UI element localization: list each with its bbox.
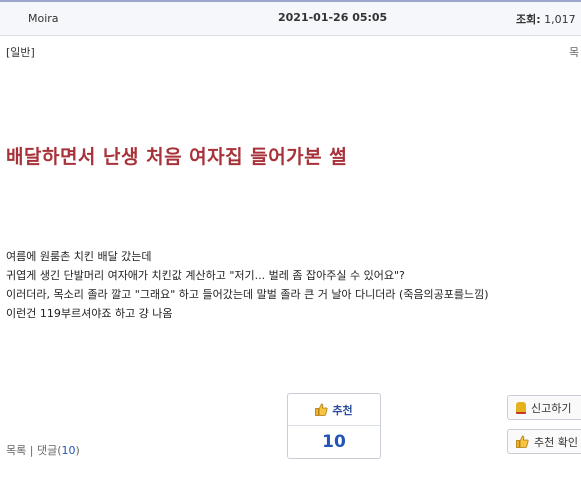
comments-link[interactable]: 댓글(10) — [37, 444, 80, 457]
comments-close: ) — [75, 444, 80, 457]
check-recommend-label: 추천 확인 — [534, 435, 578, 449]
body-line: 이러더라, 목소리 졸라 깔고 "그래요" 하고 들어갔는데 말벌 졸라 큰 거… — [6, 288, 489, 301]
views-value: 1,017 — [544, 13, 576, 26]
report-button[interactable]: 신고하기 — [507, 395, 581, 420]
siren-icon — [516, 401, 526, 414]
body-line: 이런건 119부르셔야죠 하고 걍 나옴 — [6, 307, 173, 320]
comments-label: 댓글( — [36, 444, 62, 457]
body-line: 귀엽게 생긴 단발머리 여자애가 치킨값 계산하고 "저기... 벌레 좀 잡아… — [6, 269, 405, 282]
body-line: 여름에 원룸촌 치킨 배달 갔는데 — [6, 250, 152, 263]
check-recommend-button[interactable]: 추천 확인 — [507, 429, 581, 454]
views-label: 조회: — [516, 13, 541, 26]
post-header: Moira 2021-01-26 05:05 조회: 1,017 — [0, 0, 581, 36]
comments-count: 10 — [61, 444, 76, 457]
recommend-header: 추천 — [288, 394, 380, 426]
recommend-button[interactable]: 추천 10 — [287, 393, 381, 459]
post-category: [일반] — [6, 46, 35, 59]
post-body: 여름에 원룸촌 치킨 배달 갔는데 귀엽게 생긴 단발머리 여자애가 치킨값 계… — [6, 247, 489, 323]
footer-separator: | — [29, 444, 34, 457]
post-date: 2021-01-26 05:05 — [278, 11, 388, 24]
post-footer: 목록 | 댓글(10) — [6, 442, 80, 458]
thumbs-up-icon — [516, 435, 529, 448]
report-label: 신고하기 — [531, 401, 572, 415]
post-title: 배달하면서 난생 처음 여자집 들어가본 썰 — [6, 146, 348, 168]
thumbs-up-icon — [315, 403, 328, 416]
recommend-label: 추천 — [332, 403, 353, 417]
recommend-count: 10 — [322, 432, 346, 452]
list-link[interactable]: 목록 — [6, 444, 26, 457]
list-link-top[interactable]: 목 — [569, 44, 579, 60]
view-count: 조회: 1,017 — [516, 11, 576, 27]
author-name[interactable]: Moira — [28, 12, 59, 25]
